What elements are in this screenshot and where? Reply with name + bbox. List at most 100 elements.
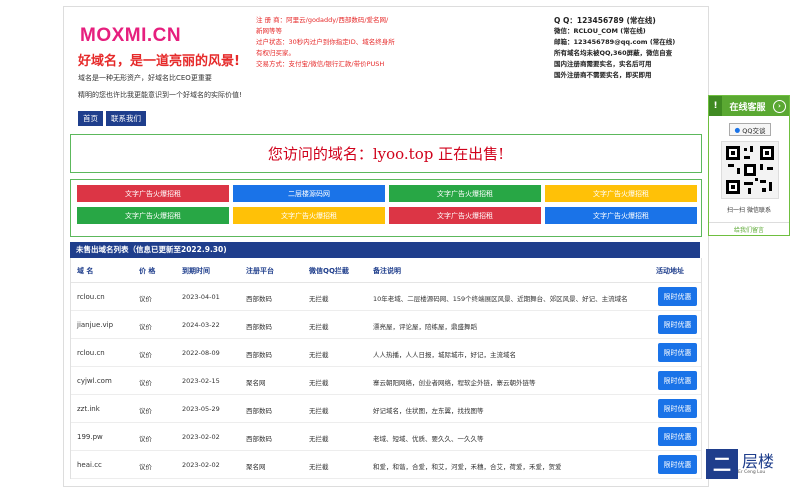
- cell-registrar: 西部数码: [246, 351, 272, 359]
- table-row: zzt.ink 议价 2023-05-29 西部数码 无拦截 好记域名，住状图，左东翼，找…: [71, 395, 701, 423]
- cell-price: 议价: [139, 463, 152, 471]
- table-row: cyjwl.com 议价 2023-02-15 聚名网 无拦截 寨云朝阳网络，创业者网络，…: [71, 367, 701, 395]
- contact-qq: Q Q：123456789 (常在线): [554, 16, 656, 25]
- sale-banner: 您访问的域名：lyoo.top 正在出售!: [70, 134, 702, 173]
- ad-slot[interactable]: 文字广告火爆招租: [545, 185, 697, 202]
- ad-slot[interactable]: 文字广告火爆招租: [389, 185, 541, 202]
- limited-offer-button[interactable]: 限时优惠: [658, 371, 697, 390]
- cell-note: 寨云朝阳网络，创业者网络，程软企外链，寨云朝外链等: [373, 379, 536, 387]
- cell-block: 无拦截: [309, 379, 329, 387]
- ad-slot[interactable]: 文字广告火爆招租: [389, 207, 541, 224]
- cell-price: 议价: [139, 435, 152, 443]
- close-icon[interactable]: ›: [773, 99, 786, 113]
- ad-slot[interactable]: 文字广告火爆招租: [77, 207, 229, 224]
- online-service-panel: ! 在线客服 › ● QQ交谈 扫一扫 微信联系 给我们留言: [708, 95, 790, 236]
- info-transfer-cont: 有权归买家。: [256, 49, 295, 57]
- table-header: 域 名 价 格 到期时间 注册平台 微信QQ拦截 备注说明 活动地址: [71, 258, 701, 283]
- site-logo[interactable]: MOXMI.CN: [80, 25, 181, 47]
- domain-table: 域 名 价 格 到期时间 注册平台 微信QQ拦截 备注说明 活动地址 rclou…: [70, 258, 702, 479]
- cell-registrar: 西部数码: [246, 407, 272, 415]
- cell-expire: 2022-08-09: [182, 349, 220, 357]
- slogan: 好域名，是一道亮丽的风景!: [78, 54, 240, 69]
- cell-price: 议价: [139, 351, 152, 359]
- limited-offer-button[interactable]: 限时优惠: [658, 427, 697, 446]
- cell-block: 无拦截: [309, 351, 329, 359]
- cell-price: 议价: [139, 379, 152, 387]
- cell-domain[interactable]: cyjwl.com: [77, 377, 112, 385]
- domain-list-title: 未售出域名列表（信息已更新至2022.9.30): [70, 242, 700, 258]
- col-note: 备注说明: [373, 267, 401, 275]
- cell-price: 议价: [139, 295, 152, 303]
- service-title: 在线客服: [729, 102, 766, 113]
- col-block: 微信QQ拦截: [309, 267, 349, 275]
- info-payment: 交易方式：支付宝/微信/银行汇款/带价PUSH: [256, 60, 385, 68]
- cell-expire: 2023-05-29: [182, 405, 220, 413]
- contact-email[interactable]: 邮箱：123456789@qq.com (常在线): [554, 37, 675, 48]
- cell-domain[interactable]: zzt.ink: [77, 405, 100, 413]
- col-expire: 到期时间: [182, 267, 210, 275]
- table-row: jianjue.vip 议价 2024-03-22 西部数码 无拦截 漂亮屋，评论屋，陪练…: [71, 311, 701, 339]
- qq-chat-button[interactable]: ● QQ交谈: [729, 123, 771, 136]
- col-domain: 域 名: [77, 267, 94, 275]
- ad-slot[interactable]: 文字广告火爆招租: [77, 185, 229, 202]
- table-row: heai.cc 议价 2023-02-02 聚名网 无拦截 和爱，和谐，合爱，和艾，河爱，…: [71, 451, 701, 479]
- col-price: 价 格: [139, 267, 156, 275]
- cell-domain[interactable]: 199.pw: [77, 433, 103, 441]
- page-container: MOXMI.CN 好域名，是一道亮丽的风景! 域名是一种无形资产，好域名比CEO…: [63, 6, 709, 487]
- limited-offer-button[interactable]: 限时优惠: [658, 399, 697, 418]
- cell-price: 议价: [139, 323, 152, 331]
- cell-block: 无拦截: [309, 323, 329, 331]
- cell-note: 漂亮屋，评论屋，陪练屋，鼎盛舞蹈: [373, 323, 477, 331]
- cell-expire: 2023-02-15: [182, 377, 220, 385]
- cell-note: 10年老域、二层楼源码网、159个终端展区风景、近期舞台、郊区风景、好记、主流域…: [373, 295, 628, 303]
- limited-offer-button[interactable]: 限时优惠: [658, 315, 697, 334]
- col-registrar: 注册平台: [246, 267, 274, 275]
- cell-expire: 2024-03-22: [182, 321, 220, 329]
- limited-offer-button[interactable]: 限时优惠: [658, 455, 697, 474]
- ad-slot[interactable]: 文字广告火爆招租: [545, 207, 697, 224]
- ad-slot[interactable]: 文字广告火爆招租: [233, 207, 385, 224]
- limited-offer-button[interactable]: 限时优惠: [658, 343, 697, 362]
- nav-contact[interactable]: 联系我们: [106, 111, 146, 126]
- info-registrar: 注 册 商：阿里云/godaddy/西部数码/爱名网/: [256, 16, 389, 24]
- cell-registrar: 聚名网: [246, 379, 266, 387]
- cell-expire: 2023-04-01: [182, 293, 220, 301]
- header: MOXMI.CN 好域名，是一道亮丽的风景! 域名是一种无形资产，好域名比CEO…: [64, 7, 708, 127]
- qq-chat-label: QQ交谈: [742, 126, 766, 135]
- cell-block: 无拦截: [309, 407, 329, 415]
- cell-expire: 2023-02-02: [182, 461, 220, 469]
- cell-registrar: 西部数码: [246, 435, 272, 443]
- cell-domain[interactable]: heai.cc: [77, 461, 102, 469]
- info-registrar-cont: 新网等等: [256, 27, 282, 35]
- service-header: ! 在线客服 ›: [709, 96, 789, 116]
- description-line-1: 域名是一种无形资产，好域名比CEO更重要: [78, 74, 212, 82]
- contact-info: Q Q：123456789 (常在线) 微信：RCLOU_COM (常在线) 邮…: [554, 15, 675, 81]
- table-row: rclou.cn 议价 2022-08-09 西部数码 无拦截 人人热播，人人日报，城际城…: [71, 339, 701, 367]
- brand-logo[interactable]: 二 层楼 Er Ceng Lou: [706, 446, 786, 482]
- cell-domain[interactable]: jianjue.vip: [77, 321, 113, 329]
- brand-name: 层楼: [742, 451, 775, 471]
- cell-domain[interactable]: rclou.cn: [77, 293, 105, 301]
- service-tab-icon[interactable]: !: [709, 96, 722, 116]
- cell-note: 好记域名，住状图，左东翼，找找图等: [373, 407, 484, 415]
- cell-registrar: 西部数码: [246, 323, 272, 331]
- cell-domain[interactable]: rclou.cn: [77, 349, 105, 357]
- ad-grid: 文字广告火爆招租 二层楼源码网 文字广告火爆招租 文字广告火爆招租 文字广告火爆…: [70, 179, 702, 237]
- cell-expire: 2023-02-02: [182, 433, 220, 441]
- nav-home[interactable]: 首页: [78, 111, 103, 126]
- cell-block: 无拦截: [309, 295, 329, 303]
- cell-price: 议价: [139, 407, 152, 415]
- leave-message-link[interactable]: 给我们留言: [709, 222, 789, 234]
- cell-note: 和爱，和谐，合爱，和艾，河爱，禾穗，合艾，荷爱，禾爱，贺爱: [373, 463, 562, 471]
- trade-info: 注 册 商：阿里云/godaddy/西部数码/爱名网/ 新网等等 过户状态：30…: [256, 15, 396, 70]
- wechat-qr-code: [721, 141, 779, 199]
- cell-registrar: 聚名网: [246, 463, 266, 471]
- contact-note-3: 国外注册商不需要实名，即买即用: [554, 71, 652, 79]
- cell-block: 无拦截: [309, 463, 329, 471]
- col-action: 活动地址: [656, 267, 684, 275]
- cell-block: 无拦截: [309, 435, 329, 443]
- limited-offer-button[interactable]: 限时优惠: [658, 287, 697, 306]
- contact-note-2: 国内注册商需要实名，实名后可用: [554, 60, 652, 68]
- scan-hint: 扫一扫 微信联系: [727, 207, 771, 214]
- ad-slot[interactable]: 二层楼源码网: [233, 185, 385, 202]
